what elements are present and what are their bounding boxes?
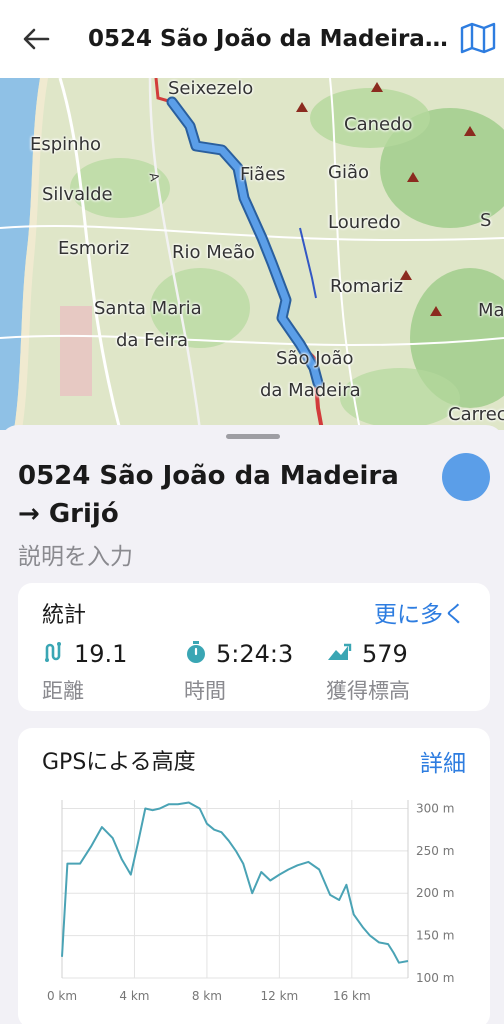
more-stats-link[interactable]: 更に多く [374, 595, 466, 629]
elevation-gain-label: 獲得標高 [326, 679, 410, 703]
elevation-chart[interactable]: 0 km 4 km 8 km 12 km 16 km 100 m 150 m 200 m 250… [18, 790, 490, 1024]
distance-icon [42, 640, 66, 668]
elevation-title: GPSによる高度 [42, 750, 196, 775]
elevation-gain-value: 579 [362, 640, 408, 668]
map-place-label: S [480, 210, 492, 231]
route-title-line-1: 0524 São João da Madeira [18, 461, 399, 491]
map-place-label: Gião [328, 162, 369, 183]
x-tick-label: 4 km [119, 989, 149, 1003]
map-place-label: São João [276, 348, 354, 369]
map-place-label: Santa Maria [94, 298, 202, 319]
route-color-button[interactable] [442, 453, 490, 501]
map-place-label: Espinho [30, 134, 102, 155]
y-tick-label: 100 m [416, 971, 454, 985]
y-tick-label: 300 m [416, 801, 454, 815]
elevation-card: GPSによる高度 詳細 0 km 4 km 8 km 12 km 16 km 100 m 1… [18, 728, 490, 1024]
y-tick-label: 250 m [416, 844, 454, 858]
time-stat: 5:24:3 時間 [184, 637, 293, 705]
route-title-line-2: → Grijó [18, 499, 119, 529]
map-place-label: da Feira [116, 330, 189, 351]
description-input[interactable]: 説明を入力 [18, 537, 133, 571]
map-place-label: Romariz [330, 276, 404, 297]
y-tick-label: 200 m [416, 886, 454, 900]
map-place-label: Canedo [344, 114, 413, 135]
y-tick-label: 150 m [416, 929, 454, 943]
map-place-label: Esmoriz [58, 238, 130, 259]
elevation-gain-stat: 579 獲得標高 [326, 637, 410, 705]
map-place-label: Silvalde [42, 184, 113, 205]
elevation-gain-icon [326, 640, 354, 668]
x-tick-label: 8 km [192, 989, 222, 1003]
stats-card: 統計 更に多く 19.1 距離 5:24:3 時間 579 獲得標高 [18, 583, 490, 711]
route-details-sheet: 0524 São João da Madeira → Grijó 説明を入力 統… [0, 425, 504, 1024]
back-arrow-icon[interactable] [18, 22, 54, 56]
stopwatch-icon [184, 640, 208, 668]
elevation-detail-link[interactable]: 詳細 [420, 744, 466, 778]
map-place-label: Ma [478, 300, 504, 321]
route-map[interactable]: Seixezelo Canedo Espinho Fiães Gião Silv… [0, 78, 504, 430]
stats-title: 統計 [42, 603, 87, 628]
time-label: 時間 [184, 679, 226, 703]
elevation-series-line [61, 801, 409, 964]
drag-handle[interactable] [226, 434, 280, 439]
distance-stat: 19.1 距離 [42, 637, 127, 705]
map-place-label: Louredo [328, 212, 401, 233]
distance-value: 19.1 [74, 640, 128, 668]
x-tick-label: 12 km [261, 989, 299, 1003]
time-value: 5:24:3 [216, 640, 294, 668]
x-tick-label: 0 km [47, 989, 77, 1003]
map-place-label: Fiães [240, 164, 286, 185]
distance-label: 距離 [42, 679, 84, 703]
route-title[interactable]: 0524 São João da Madeira → Grijó [18, 457, 418, 533]
map-view-icon[interactable] [458, 20, 498, 56]
x-tick-label: 16 km [333, 989, 371, 1003]
page-title: 0524 São João da Madeira ... [88, 26, 448, 52]
map-place-label: Seixezelo [168, 78, 254, 99]
app-bar: 0524 São João da Madeira ... [0, 0, 504, 78]
map-place-label: Carrec [448, 404, 504, 425]
map-place-label: da Madeira [260, 380, 361, 401]
map-place-label: Rio Meão [172, 242, 255, 263]
